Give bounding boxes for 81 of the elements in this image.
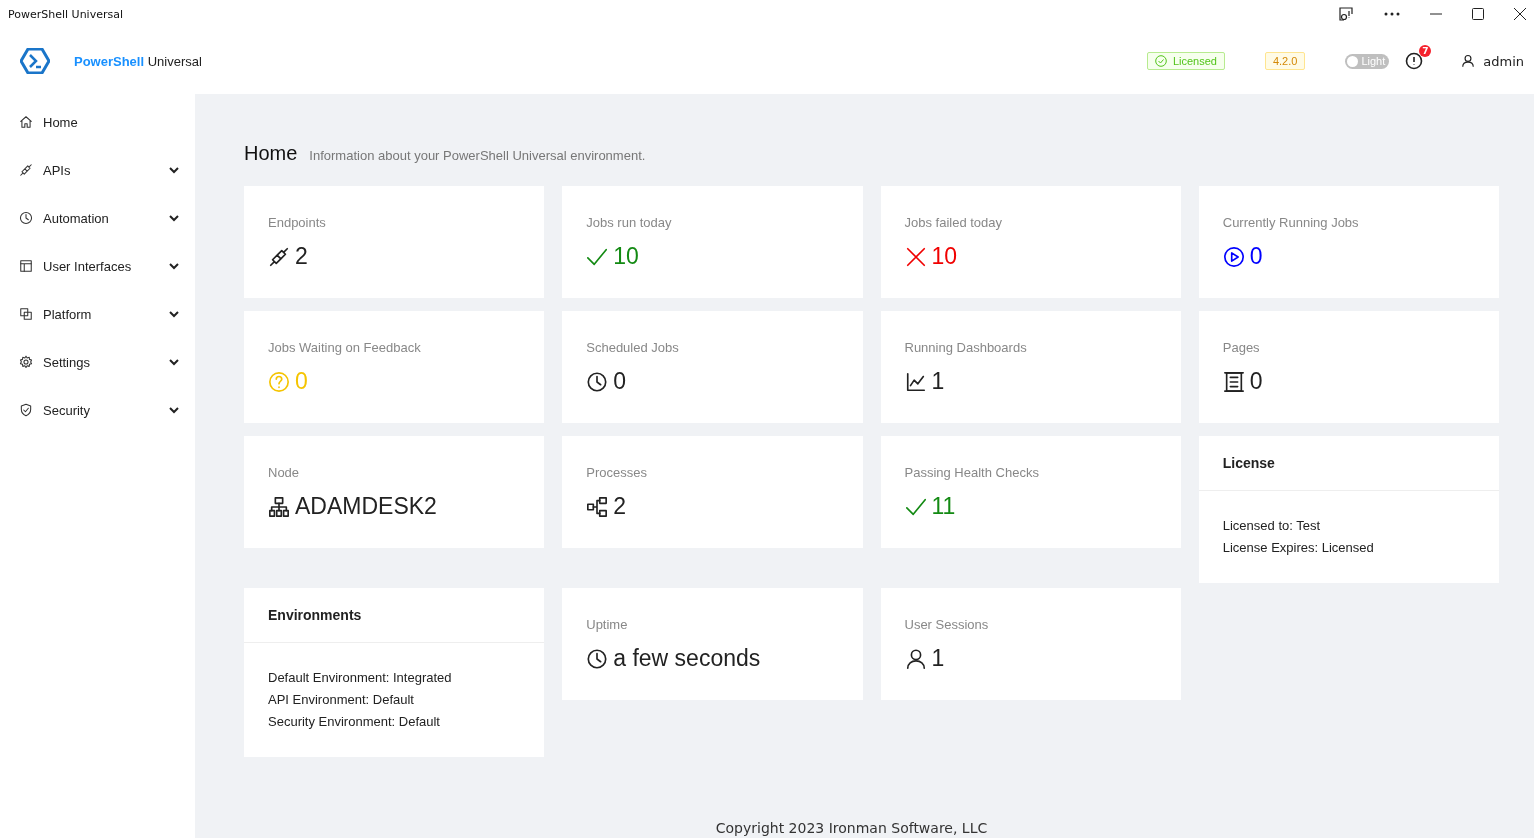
sitemap-icon [268, 495, 290, 518]
stat-value: 1 [931, 645, 945, 672]
info-line: Default Environment: Integrated [268, 669, 453, 687]
stat-value: 11 [931, 493, 956, 520]
info-line: Licensed to: Test [1222, 517, 1322, 535]
stat-label: Running Dashboards [904, 340, 1027, 355]
chevron-down-icon[interactable] [169, 166, 179, 174]
sidebar-item[interactable]: Security [0, 386, 195, 434]
more-icon[interactable] [1384, 12, 1400, 16]
stat-value: 0 [1249, 368, 1263, 395]
sidebar-item[interactable]: Settings [0, 338, 195, 386]
window-title: PowerShell Universal [8, 7, 123, 21]
stat-label: Currently Running Jobs [1222, 215, 1359, 230]
info-line: License Expires: Licensed [1222, 539, 1375, 557]
cross-icon [904, 245, 927, 268]
stat-label: Uptime [586, 617, 628, 632]
sidebar-item[interactable]: User Interfaces [0, 242, 195, 290]
stat-label: Node [268, 465, 300, 480]
stat-value: 1 [931, 368, 945, 395]
chevron-down-icon[interactable] [169, 358, 179, 366]
sidebar-item[interactable]: Automation [0, 194, 195, 242]
stat-label: Jobs Waiting on Feedback [268, 340, 421, 355]
user-name[interactable]: admin [1483, 53, 1524, 69]
stat-label: Endpoints [268, 215, 326, 230]
stat-label: Processes [586, 465, 647, 480]
info-line: API Environment: Default [268, 691, 415, 709]
stat-label: User Sessions [904, 617, 989, 632]
stat-value: 2 [613, 493, 627, 520]
settings-icon [19, 355, 33, 369]
screen-search-icon[interactable] [1338, 6, 1354, 22]
stat-value: 2 [295, 243, 308, 270]
chevron-down-icon[interactable] [169, 406, 179, 414]
alert-circle-icon[interactable] [1405, 52, 1424, 70]
overlapping-squares-icon [19, 307, 33, 321]
chevron-down-icon[interactable] [169, 262, 179, 270]
stat-label: Scheduled Jobs [586, 340, 679, 355]
license-status: Licensed [1172, 55, 1217, 67]
stat-value: ADAMDESK2 [295, 493, 437, 520]
copyright-text: Copyright 2023 Ironman Software, LLC [714, 820, 989, 836]
sidebar-item[interactable]: Home [0, 98, 195, 146]
chevron-down-icon[interactable] [169, 214, 179, 222]
page-title: Home [244, 142, 298, 165]
stat-label: Pages [1222, 340, 1260, 355]
card-title: Environments [244, 588, 545, 643]
info-line: Security Environment: Default [268, 713, 441, 731]
layout-icon [19, 259, 33, 273]
sidebar-item[interactable]: Platform [0, 290, 195, 338]
check-circle-icon [1154, 55, 1167, 67]
logo-icon [20, 48, 50, 74]
page-subtitle: Information about your PowerShell Universal environment. [309, 148, 646, 163]
clock-icon [586, 647, 609, 670]
stat-value: 0 [295, 368, 308, 395]
close-icon[interactable] [1514, 8, 1526, 20]
maximize-icon[interactable] [1472, 8, 1484, 20]
play-circle-icon [1222, 245, 1245, 268]
stat-value: 10 [931, 243, 958, 270]
line-chart-icon [904, 370, 927, 393]
stat-value: 0 [613, 368, 627, 395]
question-circle-icon [268, 370, 290, 393]
shield-icon [19, 403, 33, 417]
stat-label: Jobs failed today [904, 215, 1003, 230]
user-icon [904, 647, 927, 670]
process-tree-icon [586, 495, 609, 518]
card-title: License [1198, 436, 1499, 491]
clock-icon [19, 211, 33, 225]
home-icon [19, 115, 33, 129]
chevron-down-icon[interactable] [169, 310, 179, 318]
notification-count: 7 [1419, 45, 1432, 57]
sidebar-item[interactable]: APIs [0, 146, 195, 194]
brand-name: PowerShell Universal [74, 53, 202, 69]
plug-icon [19, 163, 33, 177]
stat-label: Passing Health Checks [904, 465, 1039, 480]
stat-label: Jobs run today [586, 215, 672, 230]
clock-icon [586, 370, 609, 393]
stat-value: a few seconds [613, 645, 761, 672]
version-badge: 4.2.0 [1264, 52, 1306, 70]
plug-icon [268, 245, 290, 268]
user-icon [1461, 54, 1476, 68]
stat-value: 10 [613, 243, 639, 270]
document-icon [1222, 370, 1245, 393]
stat-value: 0 [1249, 243, 1263, 270]
